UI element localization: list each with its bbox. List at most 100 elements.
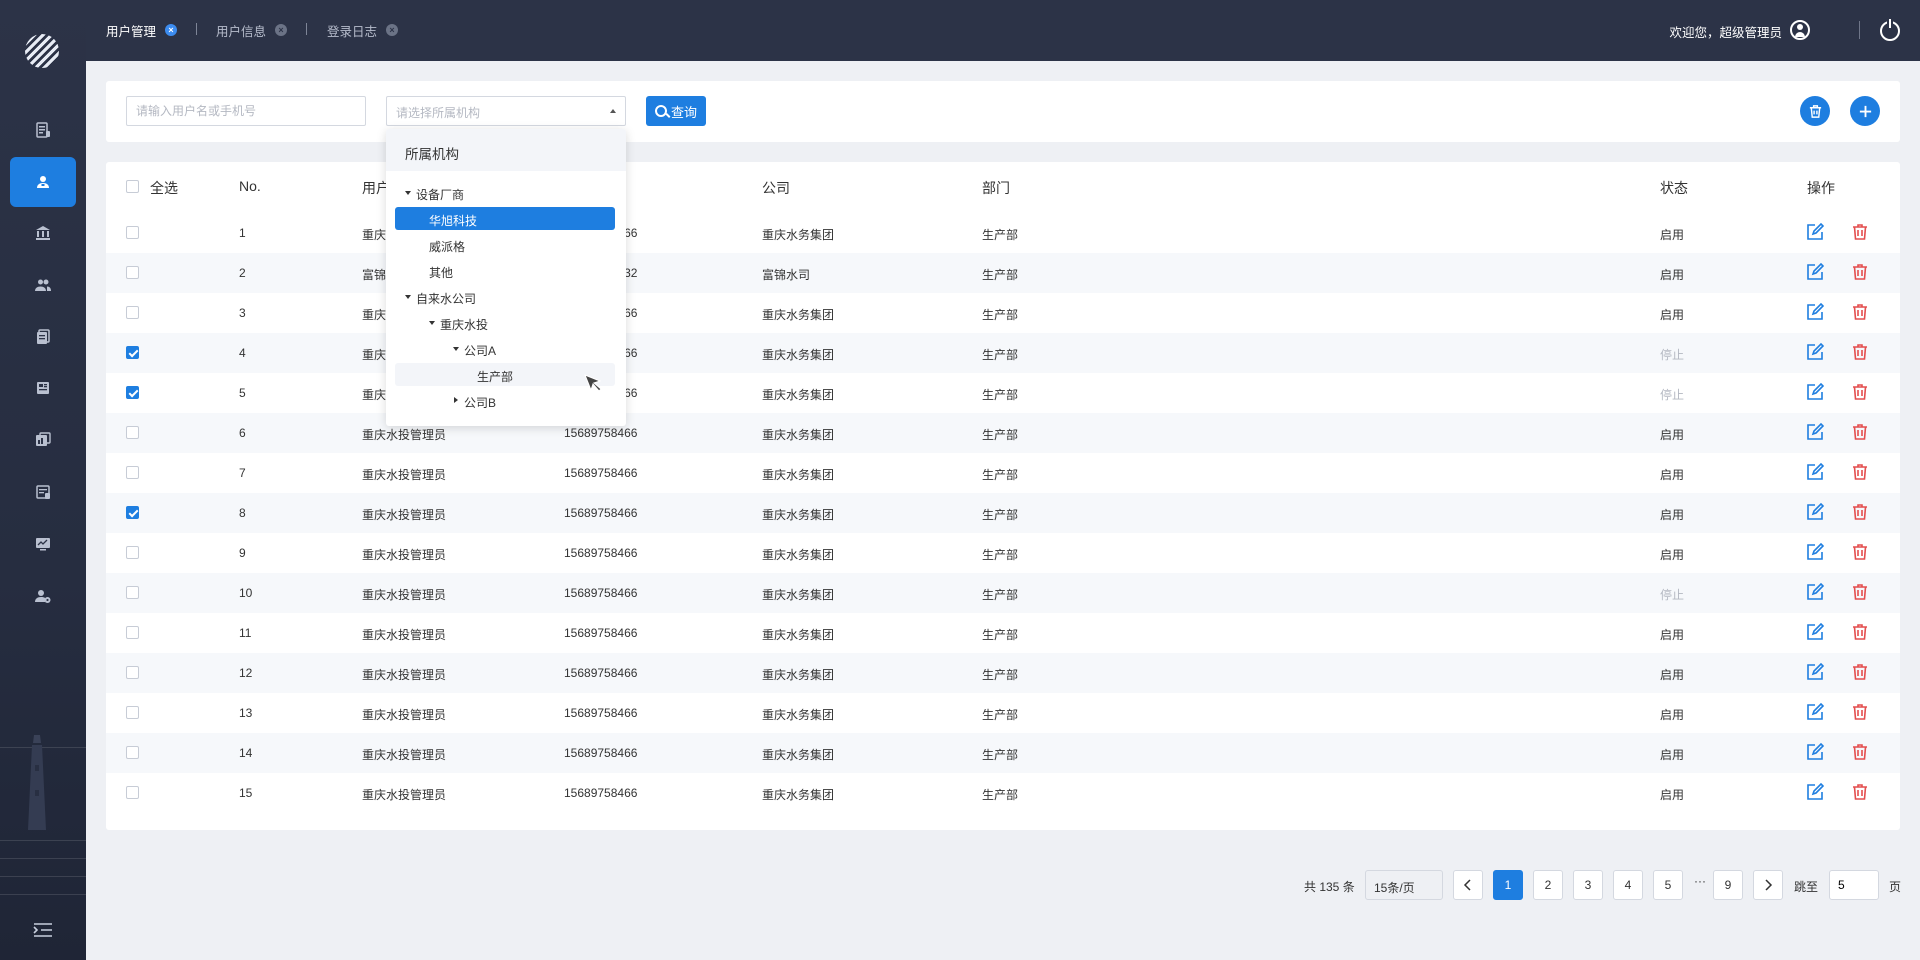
caret-down-icon[interactable] [405,295,411,299]
tab-user-info[interactable]: 用户信息 × [216,22,288,39]
caret-down-icon[interactable] [429,321,435,325]
row-checkbox[interactable] [126,626,139,639]
close-icon[interactable]: × [386,24,399,36]
tab-separator [196,23,197,35]
nav-files-icon[interactable] [10,312,76,362]
prev-page-button[interactable] [1453,870,1483,900]
select-all-checkbox[interactable] [126,180,139,193]
edit-icon[interactable] [1806,223,1824,241]
add-user-button[interactable] [1850,96,1880,126]
page-button[interactable]: 5 [1653,870,1683,900]
row-checkbox[interactable] [126,666,139,679]
delete-icon[interactable] [1851,343,1869,361]
delete-icon[interactable] [1851,463,1869,481]
page-button[interactable]: 4 [1613,870,1643,900]
cell-dept: 生产部 [982,668,1019,682]
search-input[interactable] [126,96,366,126]
tab-user-manage[interactable]: 用户管理 × [106,22,178,39]
delete-icon[interactable] [1851,423,1869,441]
edit-icon[interactable] [1806,703,1824,721]
edit-icon[interactable] [1806,503,1824,521]
tree-node[interactable]: 其他 [395,259,615,282]
edit-icon[interactable] [1806,383,1824,401]
tree-node[interactable]: 重庆水投 [395,311,615,334]
delete-icon[interactable] [1851,583,1869,601]
page-button[interactable]: 1 [1493,870,1523,900]
tree-node[interactable]: 华旭科技 [395,207,615,230]
page-button[interactable]: 2 [1533,870,1563,900]
delete-icon[interactable] [1851,223,1869,241]
row-checkbox[interactable] [126,546,139,559]
jump-page-input[interactable] [1829,870,1879,900]
edit-icon[interactable] [1806,543,1824,561]
page-button[interactable]: 3 [1573,870,1603,900]
row-checkbox[interactable] [126,466,139,479]
power-icon[interactable] [1880,19,1900,41]
caret-right-icon[interactable] [454,397,458,403]
row-checkbox[interactable] [126,306,139,319]
page-button-last[interactable]: 9 [1713,870,1743,900]
caret-down-icon[interactable] [405,191,411,195]
tree-node[interactable]: 设备厂商 [395,181,615,204]
close-icon[interactable]: × [275,24,288,36]
delete-icon[interactable] [1851,703,1869,721]
edit-icon[interactable] [1806,743,1824,761]
nav-checklist-icon[interactable] [10,467,76,517]
tree-node[interactable]: 威派格 [395,233,615,256]
nav-user-manage-icon[interactable] [10,157,76,207]
row-checkbox[interactable] [126,586,139,599]
row-checkbox[interactable] [126,266,139,279]
row-checkbox[interactable] [126,506,139,519]
page-size-select[interactable]: 15条/页 [1365,870,1443,900]
query-button[interactable]: 查询 [646,96,706,126]
edit-icon[interactable] [1806,463,1824,481]
row-checkbox[interactable] [126,386,139,399]
tab-login-log[interactable]: 登录日志 × [327,22,399,39]
tree-node[interactable]: 生产部 [395,363,615,386]
edit-icon[interactable] [1806,663,1824,681]
delete-icon[interactable] [1851,623,1869,641]
nav-bank-icon[interactable] [10,208,76,258]
nav-user-settings-icon[interactable] [10,571,76,621]
delete-icon[interactable] [1851,743,1869,761]
delete-icon[interactable] [1851,783,1869,801]
tree-node[interactable]: 公司B [395,389,615,412]
edit-icon[interactable] [1806,343,1824,361]
batch-delete-button[interactable] [1800,96,1830,126]
delete-icon[interactable] [1851,383,1869,401]
delete-icon[interactable] [1851,543,1869,561]
close-icon[interactable]: × [165,24,178,36]
edit-icon[interactable] [1806,783,1824,801]
tree-node[interactable]: 公司A [395,337,615,360]
edit-icon[interactable] [1806,423,1824,441]
next-page-button[interactable] [1753,870,1783,900]
cell-status: 启用 [1660,628,1685,642]
row-checkbox[interactable] [126,706,139,719]
row-checkbox[interactable] [126,426,139,439]
row-checkbox[interactable] [126,346,139,359]
welcome-text: 欢迎您，超级管理员 [1669,26,1782,40]
row-checkbox[interactable] [126,746,139,759]
edit-icon[interactable] [1806,583,1824,601]
delete-icon[interactable] [1851,503,1869,521]
edit-icon[interactable] [1806,623,1824,641]
nav-book-icon[interactable] [10,363,76,413]
nav-document-list-icon[interactable] [10,105,76,155]
tree-node[interactable]: 自来水公司 [395,285,615,308]
user-avatar-icon[interactable] [1790,20,1810,40]
row-checkbox[interactable] [126,786,139,799]
org-select[interactable]: 请选择所属机构 [386,96,626,126]
nav-monitor-chart-icon[interactable] [10,519,76,569]
delete-icon[interactable] [1851,663,1869,681]
delete-icon[interactable] [1851,263,1869,281]
caret-down-icon[interactable] [453,347,459,351]
collapse-menu-icon[interactable] [33,922,53,938]
edit-icon[interactable] [1806,303,1824,321]
nav-chart-doc-icon[interactable] [10,415,76,465]
nav-users-group-icon[interactable] [10,260,76,310]
row-checkbox[interactable] [126,226,139,239]
table-row: 6 重庆水投管理员 15689758466 重庆水务集团 生产部 启用 [106,413,1900,453]
edit-icon[interactable] [1806,263,1824,281]
delete-icon[interactable] [1851,303,1869,321]
page-number: 5 [1664,878,1672,892]
